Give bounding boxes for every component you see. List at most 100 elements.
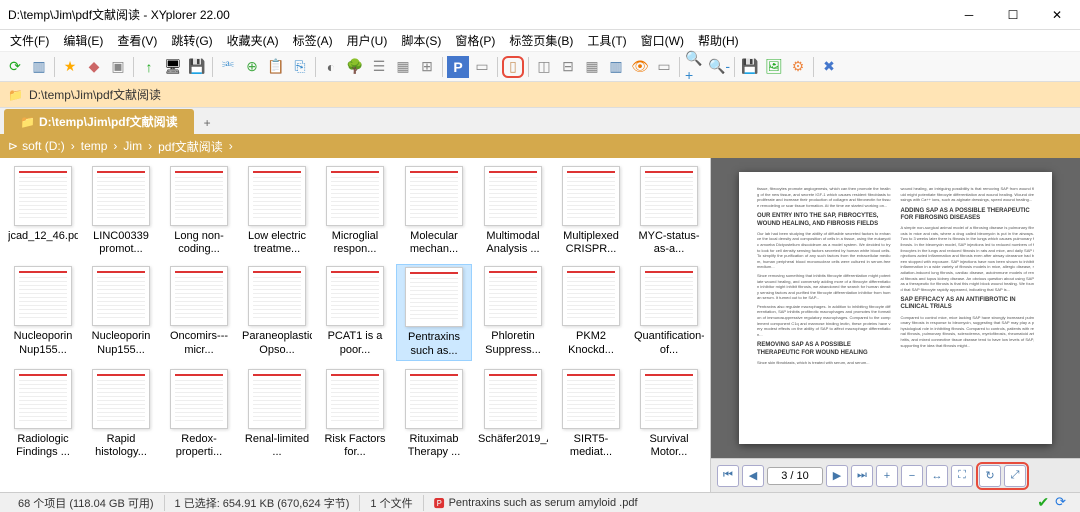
active-tab[interactable]: 📁 D:\temp\Jim\pdf文献阅读	[4, 109, 194, 134]
preview-pane-icon[interactable]: ▯	[502, 56, 524, 78]
visibility-icon[interactable]: 👁	[629, 56, 651, 78]
layout4-icon[interactable]: ▥	[605, 56, 627, 78]
status-refresh-icon[interactable]: ⟳	[1055, 494, 1066, 511]
clipboard-icon[interactable]: 📋	[265, 56, 287, 78]
menu-file[interactable]: 文件(F)	[4, 30, 55, 51]
file-item[interactable]: Paraneoplastic Opso...	[240, 264, 314, 360]
layout2-icon[interactable]: ⊟	[557, 56, 579, 78]
tag-icon[interactable]: ◆	[83, 56, 105, 78]
rotate-button[interactable]: ↻	[979, 465, 1001, 487]
file-item[interactable]: Quantification-of...	[632, 264, 706, 360]
file-item[interactable]: Low electric treatme...	[240, 164, 314, 258]
close-button[interactable]: ✕	[1042, 3, 1072, 27]
file-item[interactable]: PCAT1 is a poor...	[318, 264, 392, 360]
minimize-button[interactable]: ─	[954, 3, 984, 27]
fit-page-button[interactable]: ⛶	[951, 465, 973, 487]
zoom-out-button[interactable]: −	[901, 465, 923, 487]
maximize-button[interactable]: ☐	[998, 3, 1028, 27]
file-item[interactable]: MYC-status-as-a...	[632, 164, 706, 258]
menu-window[interactable]: 窗口(W)	[635, 30, 690, 51]
crumb-current[interactable]: pdf文献阅读	[154, 138, 227, 155]
menu-tags[interactable]: 标签(A)	[287, 30, 339, 51]
menu-user[interactable]: 用户(U)	[341, 30, 394, 51]
preview-document[interactable]: tissue, fibrocytes promote angiogenesis,…	[711, 158, 1080, 458]
refresh-icon[interactable]: ⟳	[4, 56, 26, 78]
last-page-button[interactable]: ⏭	[851, 465, 873, 487]
layout1-icon[interactable]: ◫	[533, 56, 555, 78]
file-item[interactable]: Radiologic Findings ...	[6, 367, 80, 461]
page-indicator[interactable]: 3 / 10	[767, 467, 823, 485]
file-item[interactable]: Pentraxins such as...	[396, 264, 472, 360]
panel-icon[interactable]: ▭	[471, 56, 493, 78]
first-page-button[interactable]: ⏮	[717, 465, 739, 487]
menu-help[interactable]: 帮助(H)	[692, 30, 745, 51]
menu-scripts[interactable]: 脚本(S)	[395, 30, 447, 51]
file-item[interactable]: Redox-properti...	[162, 367, 236, 461]
zoom-out-icon[interactable]: 🔍-	[708, 56, 730, 78]
file-item[interactable]: Nucleoporin Nup155...	[84, 264, 158, 360]
fit-width-button[interactable]: ↔	[926, 465, 948, 487]
file-item[interactable]: Phloretin Suppress...	[476, 264, 550, 360]
file-item[interactable]: Renal-limited ...	[240, 367, 314, 461]
status-ok-icon[interactable]: ✔	[1037, 494, 1049, 511]
menu-edit[interactable]: 编辑(E)	[57, 30, 109, 51]
drive-icon[interactable]: 💾	[186, 56, 208, 78]
panel2-icon[interactable]: ▭	[653, 56, 675, 78]
up-arrow-icon[interactable]: ↑	[138, 56, 160, 78]
file-item[interactable]: LINC00339 promot...	[84, 164, 158, 258]
file-item[interactable]: PKM2 Knockd...	[554, 264, 628, 360]
file-item[interactable]: Molecular mechan...	[396, 164, 472, 258]
layout3-icon[interactable]: ▦	[581, 56, 603, 78]
breadcrumb-root-icon[interactable]: ⊳	[8, 139, 18, 153]
next-page-button[interactable]: ▶	[826, 465, 848, 487]
crumb-temp[interactable]: temp	[77, 139, 112, 153]
file-item[interactable]: Microglial respon...	[318, 164, 392, 258]
file-item[interactable]: Multimodal Analysis ...	[476, 164, 550, 258]
file-item[interactable]: Risk Factors for...	[318, 367, 392, 461]
properties-icon[interactable]: ⚙	[787, 56, 809, 78]
moon-icon[interactable]: ◐	[320, 56, 342, 78]
settings-icon[interactable]: ✖	[818, 56, 840, 78]
favorite-star-icon[interactable]: ★	[59, 56, 81, 78]
desktop-icon[interactable]: 🖥	[162, 56, 184, 78]
file-item[interactable]: Multiplexed CRISPR...	[554, 164, 628, 258]
tree-icon[interactable]: 🌳	[344, 56, 366, 78]
crumb-jim[interactable]: Jim	[119, 139, 146, 153]
find-icon[interactable]: ⊕	[241, 56, 263, 78]
fullscreen-button[interactable]: ⤢	[1004, 465, 1026, 487]
save-icon[interactable]: 💾	[739, 56, 761, 78]
file-item[interactable]: Schäfer2019_Article...	[476, 367, 550, 461]
menu-go[interactable]: 跳转(G)	[165, 30, 218, 51]
parking-icon[interactable]: P	[447, 56, 469, 78]
file-name-label: jcad_12_46.pdf	[8, 230, 78, 243]
file-item[interactable]: SIRT5-mediat...	[554, 367, 628, 461]
new-tab-button[interactable]: +	[196, 112, 219, 134]
thumbs-view-icon[interactable]: ⊞	[416, 56, 438, 78]
prev-page-button[interactable]: ◀	[742, 465, 764, 487]
paste-icon[interactable]: ⎘	[289, 56, 311, 78]
zoom-in-icon[interactable]: 🔍+	[684, 56, 706, 78]
image-icon[interactable]: 🖼	[763, 56, 785, 78]
dual-pane-icon[interactable]: ▥	[28, 56, 50, 78]
menu-tools[interactable]: 工具(T)	[581, 30, 632, 51]
list-view-icon[interactable]: ☰	[368, 56, 390, 78]
catalog-icon[interactable]: ▣	[107, 56, 129, 78]
file-item[interactable]: Long non-coding...	[162, 164, 236, 258]
file-item[interactable]: Rituximab Therapy ...	[396, 367, 472, 461]
filter-icon[interactable]: ⎃	[217, 56, 239, 78]
file-item[interactable]: Nucleoporin Nup155...	[6, 264, 80, 360]
crumb-drive[interactable]: soft (D:)	[18, 139, 69, 153]
menu-favorites[interactable]: 收藏夹(A)	[221, 30, 285, 51]
file-item[interactable]: jcad_12_46.pdf	[6, 164, 80, 258]
file-item[interactable]: Oncomirs--- micr...	[162, 264, 236, 360]
menu-panes[interactable]: 窗格(P)	[449, 30, 501, 51]
zoom-in-button[interactable]: +	[876, 465, 898, 487]
file-item[interactable]: Survival Motor...	[632, 367, 706, 461]
menu-tabsets[interactable]: 标签页集(B)	[503, 30, 579, 51]
file-grid[interactable]: jcad_12_46.pdf LINC00339 promot...Long no…	[0, 158, 710, 492]
file-name-label: SIRT5-mediat...	[556, 433, 626, 459]
file-item[interactable]: Rapid histology...	[84, 367, 158, 461]
address-bar[interactable]: 📁 D:\temp\Jim\pdf文献阅读	[0, 82, 1080, 108]
details-view-icon[interactable]: ▦	[392, 56, 414, 78]
menu-view[interactable]: 查看(V)	[111, 30, 163, 51]
